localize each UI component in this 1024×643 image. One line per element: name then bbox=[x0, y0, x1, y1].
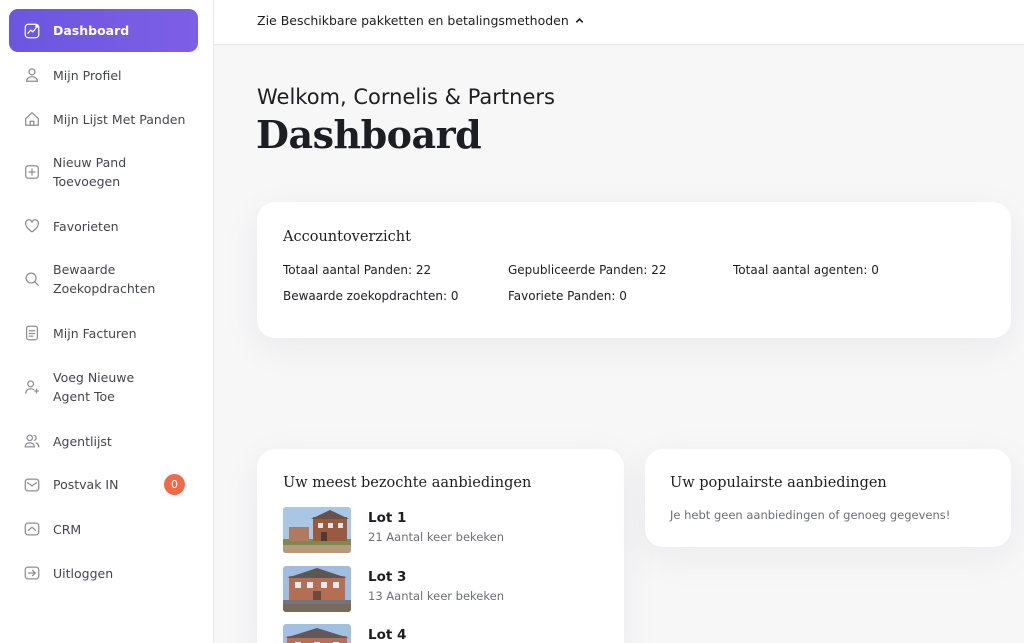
sidebar-item-dashboard[interactable]: Dashboard bbox=[9, 9, 198, 52]
top-bar: Zie Beschikbare pakketten en betalingsme… bbox=[214, 0, 1024, 45]
listing-photo bbox=[283, 566, 351, 612]
sidebar-item-label: Mijn Lijst Met Panden bbox=[53, 111, 186, 127]
sidebar-item-label: Voeg Nieuwe Agent Toe bbox=[53, 370, 135, 404]
listing-photo bbox=[283, 624, 351, 643]
listing-views: 13 Aantal keer bekeken bbox=[368, 589, 504, 603]
stat-saved-searches: Bewaarde zoekopdrachten: 0 bbox=[283, 289, 459, 303]
sidebar-item-label: Agentlijst bbox=[53, 433, 112, 449]
listing-item[interactable]: Lot 1 21 Aantal keer bekeken bbox=[283, 507, 603, 553]
sidebar-item-label: Nieuw Pand Toevoegen bbox=[53, 155, 127, 189]
stat-favorite-properties: Favoriete Panden: 0 bbox=[508, 289, 627, 303]
stat-total-properties: Totaal aantal Panden: 22 bbox=[283, 263, 432, 277]
sidebar-item-label: Favorieten bbox=[53, 218, 119, 234]
packages-toggle[interactable]: Zie Beschikbare pakketten en betalingsme… bbox=[257, 13, 585, 28]
stat-total-agents: Totaal aantal agenten: 0 bbox=[733, 263, 879, 277]
sidebar-item-label: Dashboard bbox=[53, 23, 130, 38]
listing-item[interactable]: Lot 3 13 Aantal keer bekeken bbox=[283, 566, 603, 612]
sidebar-item-profile[interactable]: Mijn Profiel bbox=[9, 65, 198, 85]
heart-icon bbox=[21, 215, 43, 237]
sidebar-item-saved-searches[interactable]: Bewaarde Zoekopdrachten bbox=[9, 260, 198, 298]
sidebar-item-label: Postvak IN bbox=[53, 477, 119, 492]
listing-photo bbox=[283, 507, 351, 553]
sidebar-item-favorites[interactable]: Favorieten bbox=[9, 216, 198, 236]
chevron-up-icon bbox=[575, 17, 584, 23]
home-icon bbox=[21, 108, 43, 130]
account-overview-title: Accountoverzicht bbox=[283, 229, 411, 245]
mail-icon bbox=[21, 474, 43, 496]
listing-name: Lot 1 bbox=[368, 510, 407, 526]
stat-published-properties: Gepubliceerde Panden: 22 bbox=[508, 263, 667, 277]
account-overview-card: Accountoverzicht Totaal aantal Panden: 2… bbox=[257, 202, 1011, 338]
users-icon bbox=[21, 430, 43, 452]
crm-icon bbox=[21, 518, 43, 540]
user-add-icon bbox=[21, 376, 43, 398]
sidebar-item-properties[interactable]: Mijn Lijst Met Panden bbox=[9, 109, 198, 129]
listing-name: Lot 3 bbox=[368, 569, 407, 585]
logout-icon bbox=[21, 562, 43, 584]
most-visited-title: Uw meest bezochte aanbiedingen bbox=[283, 475, 532, 491]
listing-views: 21 Aantal keer bekeken bbox=[368, 530, 504, 544]
sidebar-item-inbox[interactable]: Postvak IN 0 bbox=[9, 474, 198, 495]
user-icon bbox=[21, 64, 43, 86]
chart-icon bbox=[21, 20, 43, 42]
most-popular-title: Uw populairste aanbiedingen bbox=[670, 475, 887, 491]
sidebar-item-crm[interactable]: CRM bbox=[9, 519, 198, 539]
listing-name: Lot 4 bbox=[368, 627, 407, 643]
sidebar-item-label: CRM bbox=[53, 521, 82, 537]
sidebar-item-label: Uitloggen bbox=[53, 565, 114, 581]
plus-square-icon bbox=[21, 161, 43, 183]
inbox-count-badge: 0 bbox=[164, 474, 185, 495]
sidebar-item-label: Mijn Profiel bbox=[53, 67, 122, 83]
listing-item[interactable]: Lot 4 bbox=[283, 624, 603, 643]
welcome-message: Welkom, Cornelis & Partners bbox=[257, 85, 555, 109]
page-title: Dashboard bbox=[256, 112, 482, 157]
sidebar-item-agent-list[interactable]: Agentlijst bbox=[9, 431, 198, 451]
sidebar-item-label: Mijn Facturen bbox=[53, 325, 137, 341]
search-icon bbox=[21, 268, 43, 290]
packages-label: Zie Beschikbare pakketten en betalingsme… bbox=[257, 13, 569, 28]
sidebar-item-label: Bewaarde Zoekopdrachten bbox=[53, 262, 156, 296]
most-popular-card: Uw populairste aanbiedingen Je hebt geen… bbox=[645, 449, 1011, 547]
sidebar-item-add-agent[interactable]: Voeg Nieuwe Agent Toe bbox=[9, 368, 198, 406]
sidebar: Dashboard Mijn Profiel Mijn Lijst Met Pa… bbox=[0, 0, 214, 643]
sidebar-item-invoices[interactable]: Mijn Facturen bbox=[9, 323, 198, 343]
sidebar-item-add-property[interactable]: Nieuw Pand Toevoegen bbox=[9, 153, 198, 191]
empty-state-message: Je hebt geen aanbiedingen of genoeg gege… bbox=[670, 508, 951, 522]
sidebar-item-logout[interactable]: Uitloggen bbox=[9, 563, 198, 583]
invoice-icon bbox=[21, 322, 43, 344]
most-visited-card: Uw meest bezochte aanbiedingen Lot 1 21 … bbox=[257, 449, 624, 643]
